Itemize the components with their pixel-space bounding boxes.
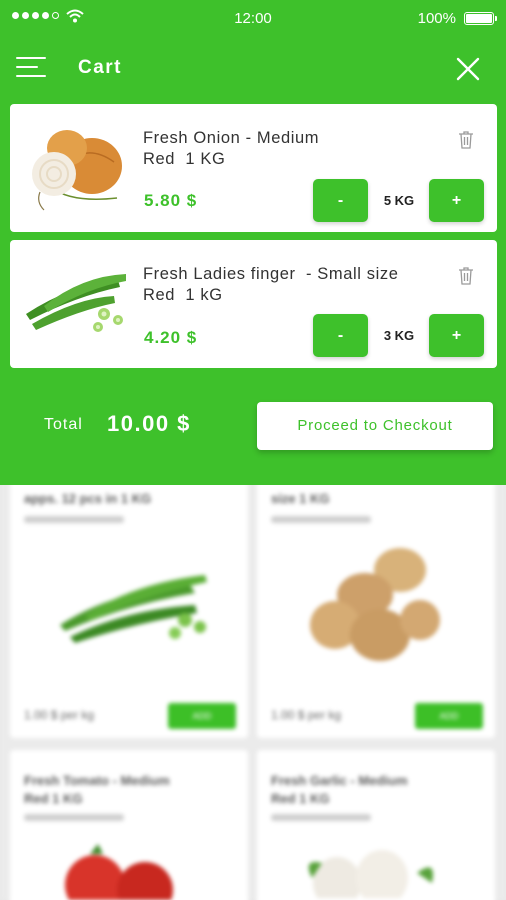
item-quantity: 3 KG [383, 328, 415, 343]
product-title: size 1 KG [271, 491, 330, 506]
background-product-grid: apps. 12 pcs in 1 KG 1.00 $ per kg ADD s… [0, 470, 506, 900]
onion-image [32, 130, 122, 211]
cart-panel: 12:00 100% Cart Fresh Onion - Medium Red… [0, 0, 506, 485]
product-subtitle-bar [271, 516, 371, 523]
product-title: Fresh Garlic - Medium Red 1 KG [271, 773, 408, 806]
increase-quantity-button[interactable]: + [429, 314, 484, 357]
product-title: Fresh Tomato - Medium Red 1 KG [24, 773, 170, 806]
product-subtitle-bar [24, 516, 124, 523]
status-bar: 12:00 100% [0, 0, 506, 38]
menu-icon[interactable] [16, 57, 46, 79]
close-icon[interactable] [456, 57, 480, 81]
page-title: Cart [78, 57, 123, 78]
item-name: Fresh Onion - Medium Red 1 KG [143, 129, 320, 168]
cart-item: Fresh Onion - Medium Red 1 KG 5.80 $ - 5… [10, 104, 497, 232]
product-card: Fresh Garlic - Medium Red 1 KG [257, 750, 495, 900]
product-title: apps. 12 pcs in 1 KG [24, 491, 152, 506]
cart-header: Cart [0, 45, 506, 93]
okra-image [60, 575, 207, 643]
garlic-image [308, 850, 433, 898]
okra-image [26, 274, 126, 332]
cart-item: Fresh Ladies finger - Small size Red 1 k… [10, 240, 497, 368]
item-price: 4.20 $ [144, 328, 198, 347]
battery-icon [464, 12, 497, 25]
trash-icon[interactable] [458, 267, 474, 285]
product-card: Fresh Tomato - Medium Red 1 KG [10, 750, 248, 900]
item-name: Fresh Ladies finger - Small size Red 1 k… [143, 265, 399, 304]
product-subtitle-bar [271, 814, 371, 821]
increase-quantity-button[interactable]: + [429, 179, 484, 222]
add-button[interactable]: ADD [168, 703, 236, 729]
add-button[interactable]: ADD [415, 703, 483, 729]
trash-icon[interactable] [458, 131, 474, 149]
decrease-quantity-button[interactable]: - [313, 314, 368, 357]
item-price: 5.80 $ [144, 191, 198, 210]
total-value: 10.00 $ [107, 411, 191, 436]
product-price: 1.00 $ per kg [271, 708, 342, 722]
tomato-image [65, 844, 173, 900]
battery-percent: 100% [417, 10, 456, 27]
total-label: Total [44, 416, 83, 433]
product-card: size 1 KG 1.00 $ per kg ADD [257, 470, 495, 738]
product-price: 1.00 $ per kg [24, 708, 95, 722]
potato-image [310, 548, 440, 661]
item-quantity: 5 KG [383, 193, 415, 208]
product-subtitle-bar [24, 814, 124, 821]
checkout-button[interactable]: Proceed to Checkout [257, 402, 493, 450]
decrease-quantity-button[interactable]: - [313, 179, 368, 222]
product-card: apps. 12 pcs in 1 KG 1.00 $ per kg ADD [10, 470, 248, 738]
